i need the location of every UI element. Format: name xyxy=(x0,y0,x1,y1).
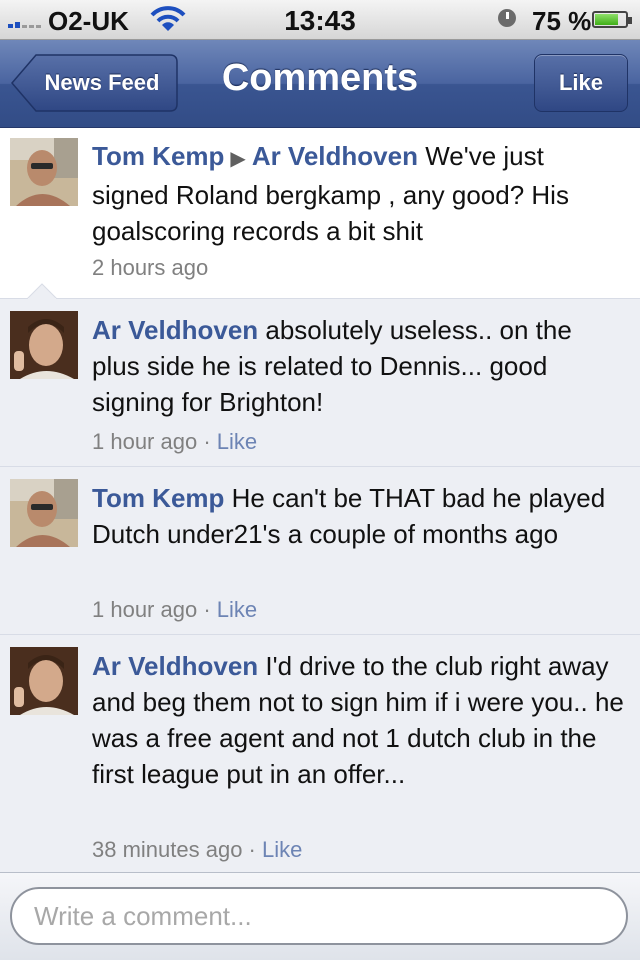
comment-timestamp: 38 minutes ago xyxy=(92,837,243,862)
comment-text: Ar Veldhoven I'd drive to the club right… xyxy=(92,648,624,792)
post-time: 2 hours ago xyxy=(92,255,208,281)
comment-composer xyxy=(0,872,640,960)
comment-like-link[interactable]: Like xyxy=(217,429,257,454)
comment-text: Tom Kemp He can't be THAT bad he played … xyxy=(92,480,624,552)
comment-meta: 38 minutes ago · Like xyxy=(92,837,303,862)
avatar[interactable] xyxy=(10,138,78,206)
avatar[interactable] xyxy=(10,479,78,547)
clock-icon xyxy=(498,9,516,27)
comment-like-link[interactable]: Like xyxy=(217,597,257,622)
comment-timestamp: 1 hour ago xyxy=(92,429,198,454)
comment-author[interactable]: Ar Veldhoven xyxy=(92,315,258,345)
battery-fill xyxy=(595,14,618,25)
battery-percent: 75 % xyxy=(532,6,592,36)
comment-meta: 1 hour ago · Like xyxy=(92,429,258,454)
post-text: Tom Kemp ▶ Ar Veldhoven We've just signed … xyxy=(92,138,624,249)
comment-input[interactable] xyxy=(10,887,628,945)
post-author[interactable]: Tom Kemp xyxy=(92,141,224,171)
comment-timestamp: 1 hour ago xyxy=(92,597,198,622)
list-item: Tom Kemp He can't be THAT bad he played … xyxy=(0,466,640,634)
comment-meta: 1 hour ago · Like xyxy=(92,597,258,622)
like-button[interactable]: Like xyxy=(534,54,628,112)
avatar[interactable] xyxy=(10,311,78,379)
navigation-bar: News Feed Comments Like xyxy=(0,40,640,128)
comment-author[interactable]: Tom Kemp xyxy=(92,483,224,513)
arrow-right-icon: ▶ xyxy=(230,148,246,170)
original-post: Tom Kemp ▶ Ar Veldhoven We've just signed … xyxy=(0,128,640,298)
list-item: Ar Veldhoven absolutely useless.. on the… xyxy=(0,298,640,466)
comment-author[interactable]: Ar Veldhoven xyxy=(92,651,258,681)
post-recipient[interactable]: Ar Veldhoven xyxy=(252,141,418,171)
battery-icon xyxy=(592,11,632,28)
avatar[interactable] xyxy=(10,647,78,715)
post-timestamp: 2 hours ago xyxy=(92,255,209,280)
status-bar: O2-UK 13:43 75 % xyxy=(0,0,640,40)
comment-like-link[interactable]: Like xyxy=(262,837,302,862)
list-item: Ar Veldhoven I'd drive to the club right… xyxy=(0,634,640,872)
comment-text: Ar Veldhoven absolutely useless.. on the… xyxy=(92,312,624,420)
comment-pointer xyxy=(27,283,57,299)
